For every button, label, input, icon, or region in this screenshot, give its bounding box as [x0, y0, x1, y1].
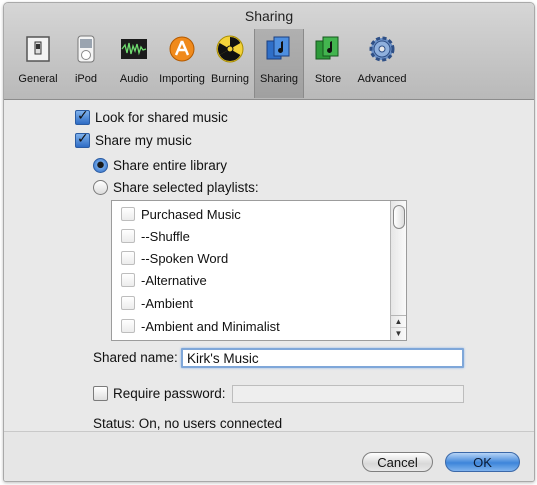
playlist-name: --Spoken Word: [141, 250, 229, 266]
share-entire-radio[interactable]: [93, 158, 108, 173]
list-item[interactable]: -Ambient: [121, 292, 193, 314]
tab-store[interactable]: Store: [304, 29, 352, 93]
import-icon: [169, 36, 195, 62]
title-bar: Sharing General iPod Audio Importing Bur…: [4, 3, 534, 100]
tab-audio[interactable]: Audio: [110, 29, 158, 93]
scroll-down-arrow-icon[interactable]: ▼: [391, 327, 406, 340]
tab-advanced[interactable]: Advanced: [352, 29, 412, 93]
require-password-label: Require password:: [113, 386, 226, 401]
playlist-name: -Alternative: [141, 272, 207, 288]
share-selected-radio[interactable]: [93, 180, 108, 195]
playlist-name: -Ambient: [141, 295, 194, 311]
share-my-music-label: Share my music: [95, 133, 192, 148]
tab-ipod[interactable]: iPod: [62, 29, 110, 93]
ipod-icon: [77, 35, 95, 63]
playlist-checkbox[interactable]: [121, 319, 135, 333]
require-password-checkbox[interactable]: [93, 386, 108, 401]
tab-sharing[interactable]: Sharing: [254, 29, 304, 98]
shared-name-value: Kirk's Music: [187, 350, 259, 366]
shared-name-label: Shared name:: [93, 350, 178, 365]
waveform-icon: [121, 39, 147, 59]
look-for-shared-row[interactable]: Look for shared music: [75, 107, 228, 125]
playlist-checkbox[interactable]: [121, 296, 135, 310]
playlist-name: -Ambient and Minimalist: [141, 318, 280, 334]
share-my-music-checkbox[interactable]: [75, 130, 90, 148]
tab-general[interactable]: General: [14, 29, 62, 93]
share-entire-label: Share entire library: [113, 158, 228, 173]
playlist-name: --Shuffle: [141, 228, 190, 244]
gear-icon: [369, 36, 395, 62]
list-item[interactable]: --Shuffle: [121, 225, 190, 247]
playlist-checkbox[interactable]: [121, 229, 135, 243]
status-text: Status: On, no users connected: [93, 416, 283, 431]
share-my-music-row[interactable]: Share my music: [75, 130, 192, 148]
playlist-checkbox[interactable]: [121, 251, 135, 265]
switch-icon: [26, 36, 50, 62]
window-title: Sharing: [244, 8, 294, 24]
look-for-shared-checkbox[interactable]: [75, 107, 90, 125]
list-item[interactable]: Purchased Music: [121, 203, 241, 225]
look-for-shared-label: Look for shared music: [95, 110, 228, 125]
tab-importing[interactable]: Importing: [158, 29, 206, 93]
scroll-thumb[interactable]: [393, 205, 405, 229]
list-item[interactable]: -Alternative: [121, 269, 207, 291]
cancel-button[interactable]: Cancel: [362, 452, 433, 472]
share-selected-row[interactable]: Share selected playlists:: [93, 180, 259, 195]
preferences-window: Sharing General iPod Audio Importing Bur…: [3, 2, 535, 482]
ok-button[interactable]: OK: [445, 452, 520, 472]
password-field[interactable]: [232, 385, 464, 403]
require-password-row[interactable]: Require password:: [93, 386, 226, 401]
dialog-footer: Cancel OK: [4, 431, 534, 481]
sharing-pane: Look for shared music Share my music Sha…: [4, 100, 534, 431]
shared-name-input[interactable]: Kirk's Music: [181, 348, 464, 368]
list-item[interactable]: --Spoken Word: [121, 247, 228, 269]
radiation-icon: [216, 35, 244, 63]
share-entire-row[interactable]: Share entire library: [93, 158, 227, 173]
playlist-checkbox[interactable]: [121, 273, 135, 287]
tab-burning[interactable]: Burning: [206, 29, 254, 93]
playlist-checkbox[interactable]: [121, 207, 135, 221]
share-selected-label: Share selected playlists:: [113, 180, 259, 195]
playlist-name: Purchased Music: [141, 206, 241, 222]
preferences-toolbar: General iPod Audio Importing Burning Sha…: [14, 29, 412, 98]
sharing-icon: [266, 36, 290, 60]
store-icon: [315, 36, 339, 60]
list-item[interactable]: -Ambient and Minimalist: [121, 315, 280, 337]
playlist-list[interactable]: Purchased Music --Shuffle --Spoken Word …: [111, 200, 407, 341]
playlist-scrollbar[interactable]: ▲ ▼: [390, 201, 406, 340]
tab-advanced-label: Advanced: [357, 73, 407, 85]
